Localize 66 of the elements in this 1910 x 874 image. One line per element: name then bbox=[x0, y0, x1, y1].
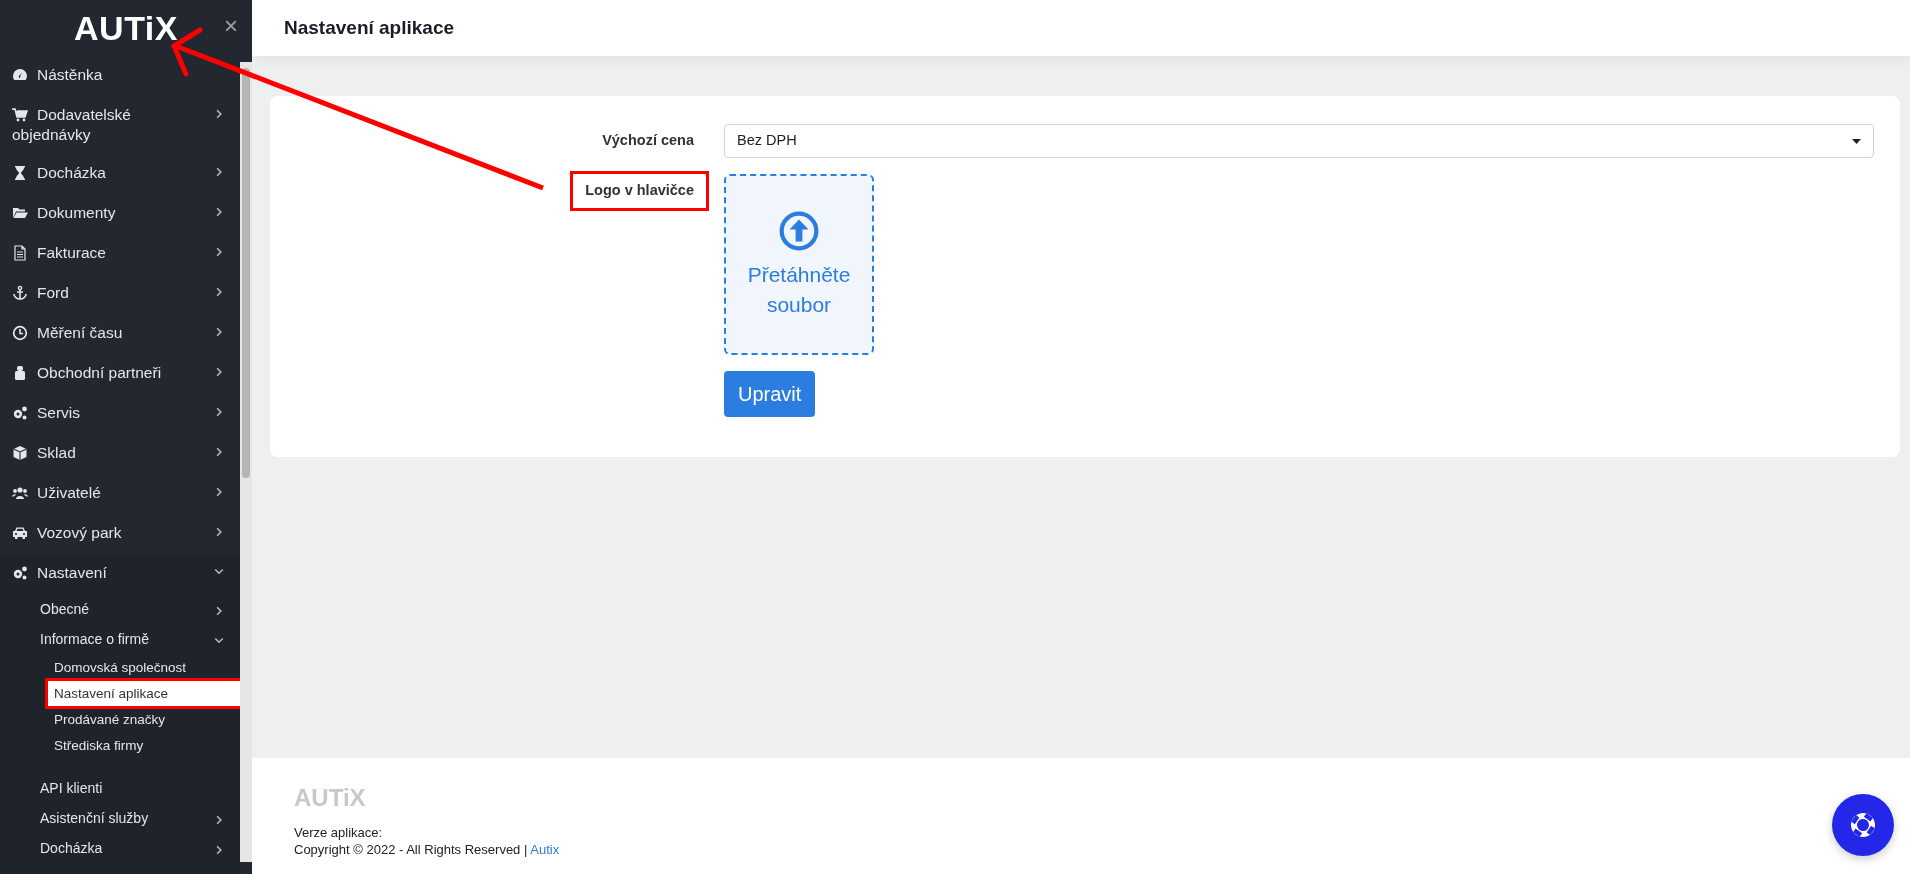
chevron-right-icon bbox=[214, 247, 224, 257]
sidebar-item[interactable]: Vozový park bbox=[0, 514, 240, 554]
submenu-item[interactable]: Střediska firmy bbox=[0, 733, 240, 758]
close-button[interactable]: × bbox=[224, 14, 238, 38]
submenu-item[interactable]: Domovská společnost bbox=[0, 655, 240, 680]
copyright-text: Copyright © 2022 - All Rights Reserved | Autix bbox=[294, 841, 560, 858]
sidebar-item[interactable]: Sklad bbox=[0, 434, 240, 474]
chevron-right-icon bbox=[214, 167, 224, 177]
help-button[interactable] bbox=[1832, 794, 1894, 856]
sidebar-item[interactable]: Dokumenty bbox=[0, 194, 240, 234]
chevron-down-icon bbox=[214, 636, 224, 646]
sidebar-item[interactable]: Servis bbox=[0, 394, 240, 434]
version-text: Verze aplikace: bbox=[294, 824, 383, 841]
sidebar-item[interactable]: Dodavatelské objednávky bbox=[0, 96, 240, 154]
app-logo: AUTiX bbox=[74, 7, 178, 49]
gears-icon bbox=[12, 565, 28, 581]
sidebar-item[interactable]: Uživatelé bbox=[0, 474, 240, 514]
sidebar-item[interactable]: Nastavení bbox=[0, 554, 240, 594]
submenu-item[interactable]: API klienti bbox=[0, 773, 240, 803]
chevron-right-icon bbox=[214, 606, 224, 616]
submenu-item[interactable]: Prodávané značky bbox=[0, 707, 240, 732]
anchor-icon bbox=[12, 285, 28, 301]
footer-link[interactable]: Autix bbox=[530, 842, 560, 857]
users-icon bbox=[12, 485, 28, 501]
folder-icon bbox=[12, 205, 28, 221]
caret-icon bbox=[1852, 138, 1861, 144]
chevron-down-icon bbox=[214, 567, 224, 577]
chevron-right-icon bbox=[214, 845, 224, 855]
sidebar-item[interactable]: Ford bbox=[0, 274, 240, 314]
submenu-item[interactable]: Docházka bbox=[0, 833, 240, 863]
submenu-item[interactable]: Obecné bbox=[0, 594, 240, 624]
sidebar-item[interactable]: Fakturace bbox=[0, 234, 240, 274]
chevron-right-icon bbox=[214, 207, 224, 217]
submenu-item[interactable]: Informace o firmě bbox=[0, 624, 240, 654]
submenu-item[interactable]: Nastavení aplikace bbox=[48, 681, 240, 706]
chevron-right-icon bbox=[214, 109, 224, 119]
chevron-right-icon bbox=[214, 287, 224, 297]
chevron-right-icon bbox=[214, 447, 224, 457]
clock-icon bbox=[12, 325, 28, 341]
gears-icon bbox=[12, 405, 28, 421]
field-label: Výchozí cena bbox=[601, 131, 695, 150]
submit-button[interactable]: Upravit bbox=[724, 371, 816, 417]
price-select[interactable]: Bez DPH bbox=[724, 124, 1874, 158]
upload-icon bbox=[778, 209, 820, 252]
page-title: Nastavení aplikace bbox=[284, 16, 455, 40]
chevron-right-icon bbox=[214, 327, 224, 337]
cart-icon bbox=[12, 107, 28, 123]
chevron-right-icon bbox=[214, 407, 224, 417]
gauge-icon bbox=[12, 67, 28, 83]
cube-icon bbox=[12, 445, 28, 461]
submenu-item[interactable]: Asistenční služby bbox=[0, 803, 240, 833]
chevron-right-icon bbox=[214, 487, 224, 497]
document-icon bbox=[12, 245, 28, 261]
scrollbar[interactable] bbox=[240, 62, 252, 862]
chevron-right-icon bbox=[214, 527, 224, 537]
chevron-right-icon bbox=[214, 367, 224, 377]
hourglass-icon bbox=[12, 165, 28, 181]
car-icon bbox=[12, 525, 28, 541]
sidebar-item[interactable]: Nástěnka bbox=[0, 56, 240, 96]
field-label: Logo v hlavičce bbox=[573, 174, 706, 208]
briefcase-icon bbox=[12, 365, 28, 381]
sidebar-item[interactable]: Měření času bbox=[0, 314, 240, 354]
chevron-right-icon bbox=[214, 815, 224, 825]
sidebar-item[interactable]: Obchodní partneři bbox=[0, 354, 240, 394]
sidebar-item[interactable]: Docházka bbox=[0, 154, 240, 194]
file-dropzone[interactable]: Přetáhněte soubor bbox=[724, 174, 874, 355]
